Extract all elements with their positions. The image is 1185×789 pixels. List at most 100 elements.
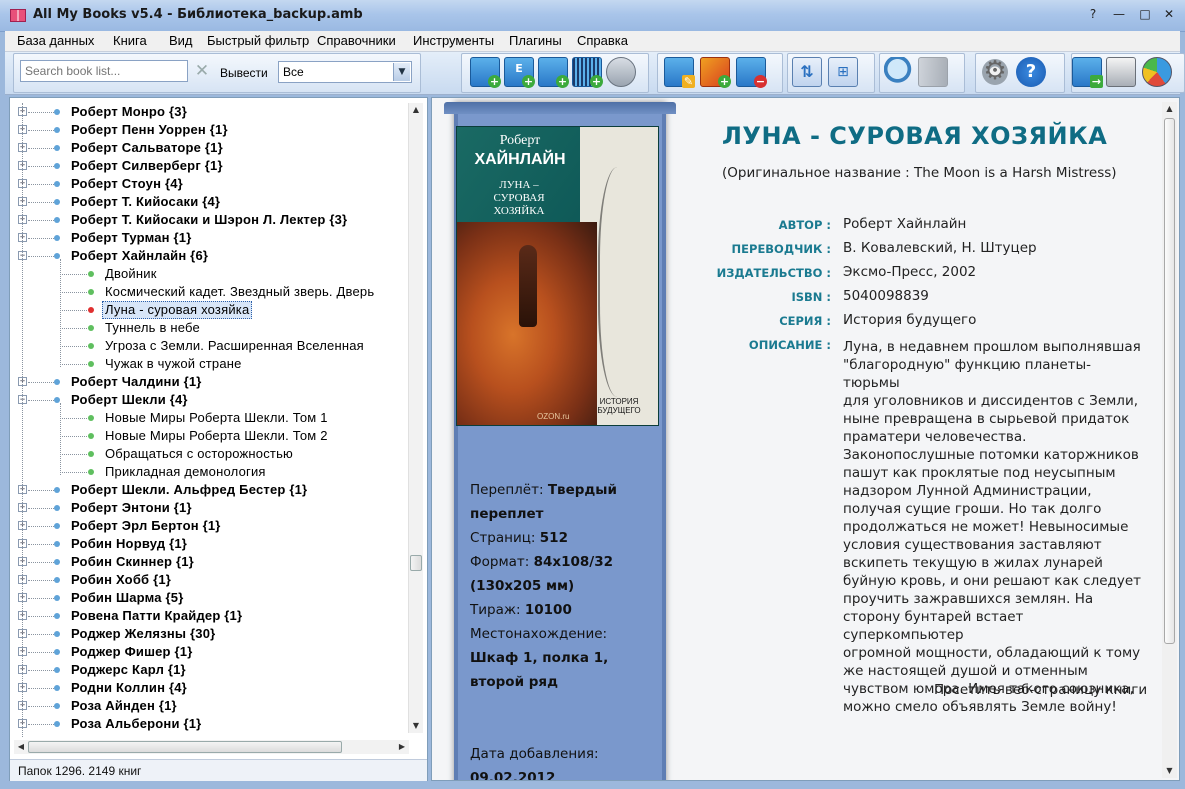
sort-icon[interactable]: ⇅: [792, 57, 822, 87]
delete-book-icon[interactable]: −: [736, 57, 767, 88]
edit-cover-icon[interactable]: +: [700, 57, 731, 88]
clear-search-icon[interactable]: ✕: [193, 60, 211, 82]
add-audiobook-icon[interactable]: +: [538, 57, 569, 88]
tree-author-item[interactable]: + Роза Альберони {1}: [10, 715, 408, 733]
print-icon[interactable]: [1106, 57, 1136, 87]
detail-scroll-down-icon[interactable]: ▼: [1162, 764, 1177, 778]
scroll-down-icon[interactable]: ▼: [409, 719, 423, 733]
visit-book-webpage-link[interactable]: Посетить веб-страницу книги: [934, 682, 1147, 698]
help-icon[interactable]: ?: [1016, 57, 1046, 87]
help-window-button[interactable]: ?: [1079, 4, 1107, 26]
tree-book-item[interactable]: Луна - суровая хозяйка: [10, 301, 408, 319]
tree-bullet-icon: [54, 379, 60, 385]
tree-item-label: Роберт Шекли. Альфред Бестер {1}: [71, 482, 308, 497]
tree-author-item[interactable]: + Робин Хобб {1}: [10, 571, 408, 589]
add-by-barcode-icon[interactable]: +: [572, 57, 603, 88]
menu-view[interactable]: Вид: [169, 33, 193, 48]
book-cover-image[interactable]: Роберт ХАЙНЛАЙН ЛУНА – СУРОВАЯ ХОЗЯЙКА И…: [456, 126, 659, 426]
location-label: Местонахождение:: [470, 626, 608, 642]
binding-label: Переплёт:: [470, 482, 544, 498]
search-input[interactable]: [20, 60, 188, 82]
add-book-icon[interactable]: +: [470, 57, 501, 88]
tree-book-item[interactable]: Чужак в чужой стране: [10, 355, 408, 373]
description-line: получая сущие гроши. Но так долго: [843, 501, 1102, 517]
tree-item-label: Ровена Патти Крайдер {1}: [71, 608, 243, 623]
tree-author-item[interactable]: + Роберт Пенн Уоррен {1}: [10, 121, 408, 139]
add-ebook-icon[interactable]: E +: [504, 57, 535, 88]
book-view-icon[interactable]: [918, 57, 948, 87]
tree-bullet-icon: [54, 541, 60, 547]
menu-book[interactable]: Книга: [113, 33, 147, 48]
statistics-icon[interactable]: [1142, 57, 1172, 87]
tree-author-item[interactable]: + Робин Шарма {5}: [10, 589, 408, 607]
tree-author-item[interactable]: + Роджер Желязны {30}: [10, 625, 408, 643]
close-button[interactable]: ✕: [1155, 4, 1183, 26]
tree-author-item[interactable]: + Роберт Монро {3}: [10, 103, 408, 121]
tree-view-icon[interactable]: ⊞: [828, 57, 858, 87]
tree-author-item[interactable]: + Роберт Сальваторе {1}: [10, 139, 408, 157]
find-icon[interactable]: [884, 57, 914, 87]
tree-book-item[interactable]: Двойник: [10, 265, 408, 283]
tree-item-label: Родни Коллин {4}: [71, 680, 187, 695]
detail-vertical-scrollbar[interactable]: ▲ ▼: [1162, 102, 1177, 778]
chevron-down-icon[interactable]: ▼: [393, 63, 410, 81]
tree-book-item[interactable]: Обращаться с осторожностью: [10, 445, 408, 463]
tree-author-item[interactable]: + Роза Айнден {1}: [10, 697, 408, 715]
detail-scroll-thumb[interactable]: [1164, 118, 1175, 644]
tree-author-item[interactable]: + Роберт Т. Кийосаки {4}: [10, 193, 408, 211]
minimize-button[interactable]: —: [1105, 4, 1133, 26]
tree-connector: [28, 724, 54, 725]
menu-quick-filter[interactable]: Быстрый фильтр: [207, 33, 309, 48]
tree-author-item[interactable]: + Роберт Т. Кийосаки и Шэрон Л. Лектер {3…: [10, 211, 408, 229]
detail-scroll-up-icon[interactable]: ▲: [1162, 102, 1177, 116]
tree-author-item[interactable]: + Роберт Турман {1}: [10, 229, 408, 247]
tree-author-item[interactable]: + Ровена Патти Крайдер {1}: [10, 607, 408, 625]
tree-book-item[interactable]: Новые Миры Роберта Шекли. Том 2: [10, 427, 408, 445]
tree-connector: [28, 634, 54, 635]
settings-icon[interactable]: ⚙: [980, 57, 1010, 87]
menu-tools[interactable]: Инструменты: [413, 33, 494, 48]
tree-book-item[interactable]: Угроза с Земли. Расширенная Вселенная: [10, 337, 408, 355]
tree-author-item[interactable]: − Роберт Хайнлайн {6}: [10, 247, 408, 265]
description-label: ОПИСАНИЕ :: [748, 338, 831, 352]
tree-author-item[interactable]: + Роберт Стоун {4}: [10, 175, 408, 193]
tree-author-item[interactable]: + Роберт Энтони {1}: [10, 499, 408, 517]
edit-book-icon[interactable]: ✎: [664, 57, 695, 88]
menu-database[interactable]: База данных: [17, 33, 94, 48]
menu-help[interactable]: Справка: [577, 33, 628, 48]
tree-author-item[interactable]: + Роберт Силверберг {1}: [10, 157, 408, 175]
tree-author-item[interactable]: + Роберт Эрл Бертон {1}: [10, 517, 408, 535]
print-run-row: Тираж: 10100: [470, 598, 642, 622]
tree-book-item[interactable]: Космический кадет. Звездный зверь. Дверь: [10, 283, 408, 301]
scroll-right-icon[interactable]: ▶: [395, 740, 409, 754]
tree-author-item[interactable]: + Родни Коллин {4}: [10, 679, 408, 697]
tree-scroll-thumb[interactable]: [410, 555, 422, 571]
export-icon[interactable]: →: [1072, 57, 1103, 88]
tree-author-item[interactable]: + Роджер Фишер {1}: [10, 643, 408, 661]
tree-connector: [28, 382, 54, 383]
show-filter-select[interactable]: Все ▼: [278, 61, 412, 83]
author-value[interactable]: Роберт Хайнлайн: [843, 216, 966, 232]
tree-author-item[interactable]: + Робин Норвуд {1}: [10, 535, 408, 553]
menu-plugins[interactable]: Плагины: [509, 33, 562, 48]
tree-author-item[interactable]: + Роджерс Карл {1}: [10, 661, 408, 679]
tree-horizontal-scrollbar[interactable]: ◀ ▶: [14, 740, 409, 754]
menu-references[interactable]: Справочники: [317, 33, 396, 48]
tree-item-label: Роберт Стоун {4}: [71, 176, 183, 191]
search-online-icon[interactable]: [606, 57, 636, 87]
tree-author-item[interactable]: − Роберт Шекли {4}: [10, 391, 408, 409]
tree-hscroll-thumb[interactable]: [28, 741, 342, 753]
format-row: Формат: 84x108/32 (130x205 мм): [470, 550, 642, 598]
book-tree: + Роберт Монро {3} + Роберт Пенн Уоррен {1}…: [10, 103, 408, 738]
tree-vertical-scrollbar[interactable]: ▲ ▼: [408, 103, 423, 733]
tree-author-item[interactable]: + Роберт Шекли. Альфред Бестер {1}: [10, 481, 408, 499]
added-label: Дата добавления:: [470, 746, 599, 762]
tree-author-item[interactable]: + Роберт Чалдини {1}: [10, 373, 408, 391]
scroll-up-icon[interactable]: ▲: [409, 103, 423, 117]
description-line: буйную кровь, и они решают как следует: [843, 573, 1141, 589]
tree-book-item[interactable]: Туннель в небе: [10, 319, 408, 337]
tree-book-item[interactable]: Прикладная демонология: [10, 463, 408, 481]
tree-author-item[interactable]: + Робин Скиннер {1}: [10, 553, 408, 571]
tree-book-item[interactable]: Новые Миры Роберта Шекли. Том 1: [10, 409, 408, 427]
scroll-left-icon[interactable]: ◀: [14, 740, 28, 754]
